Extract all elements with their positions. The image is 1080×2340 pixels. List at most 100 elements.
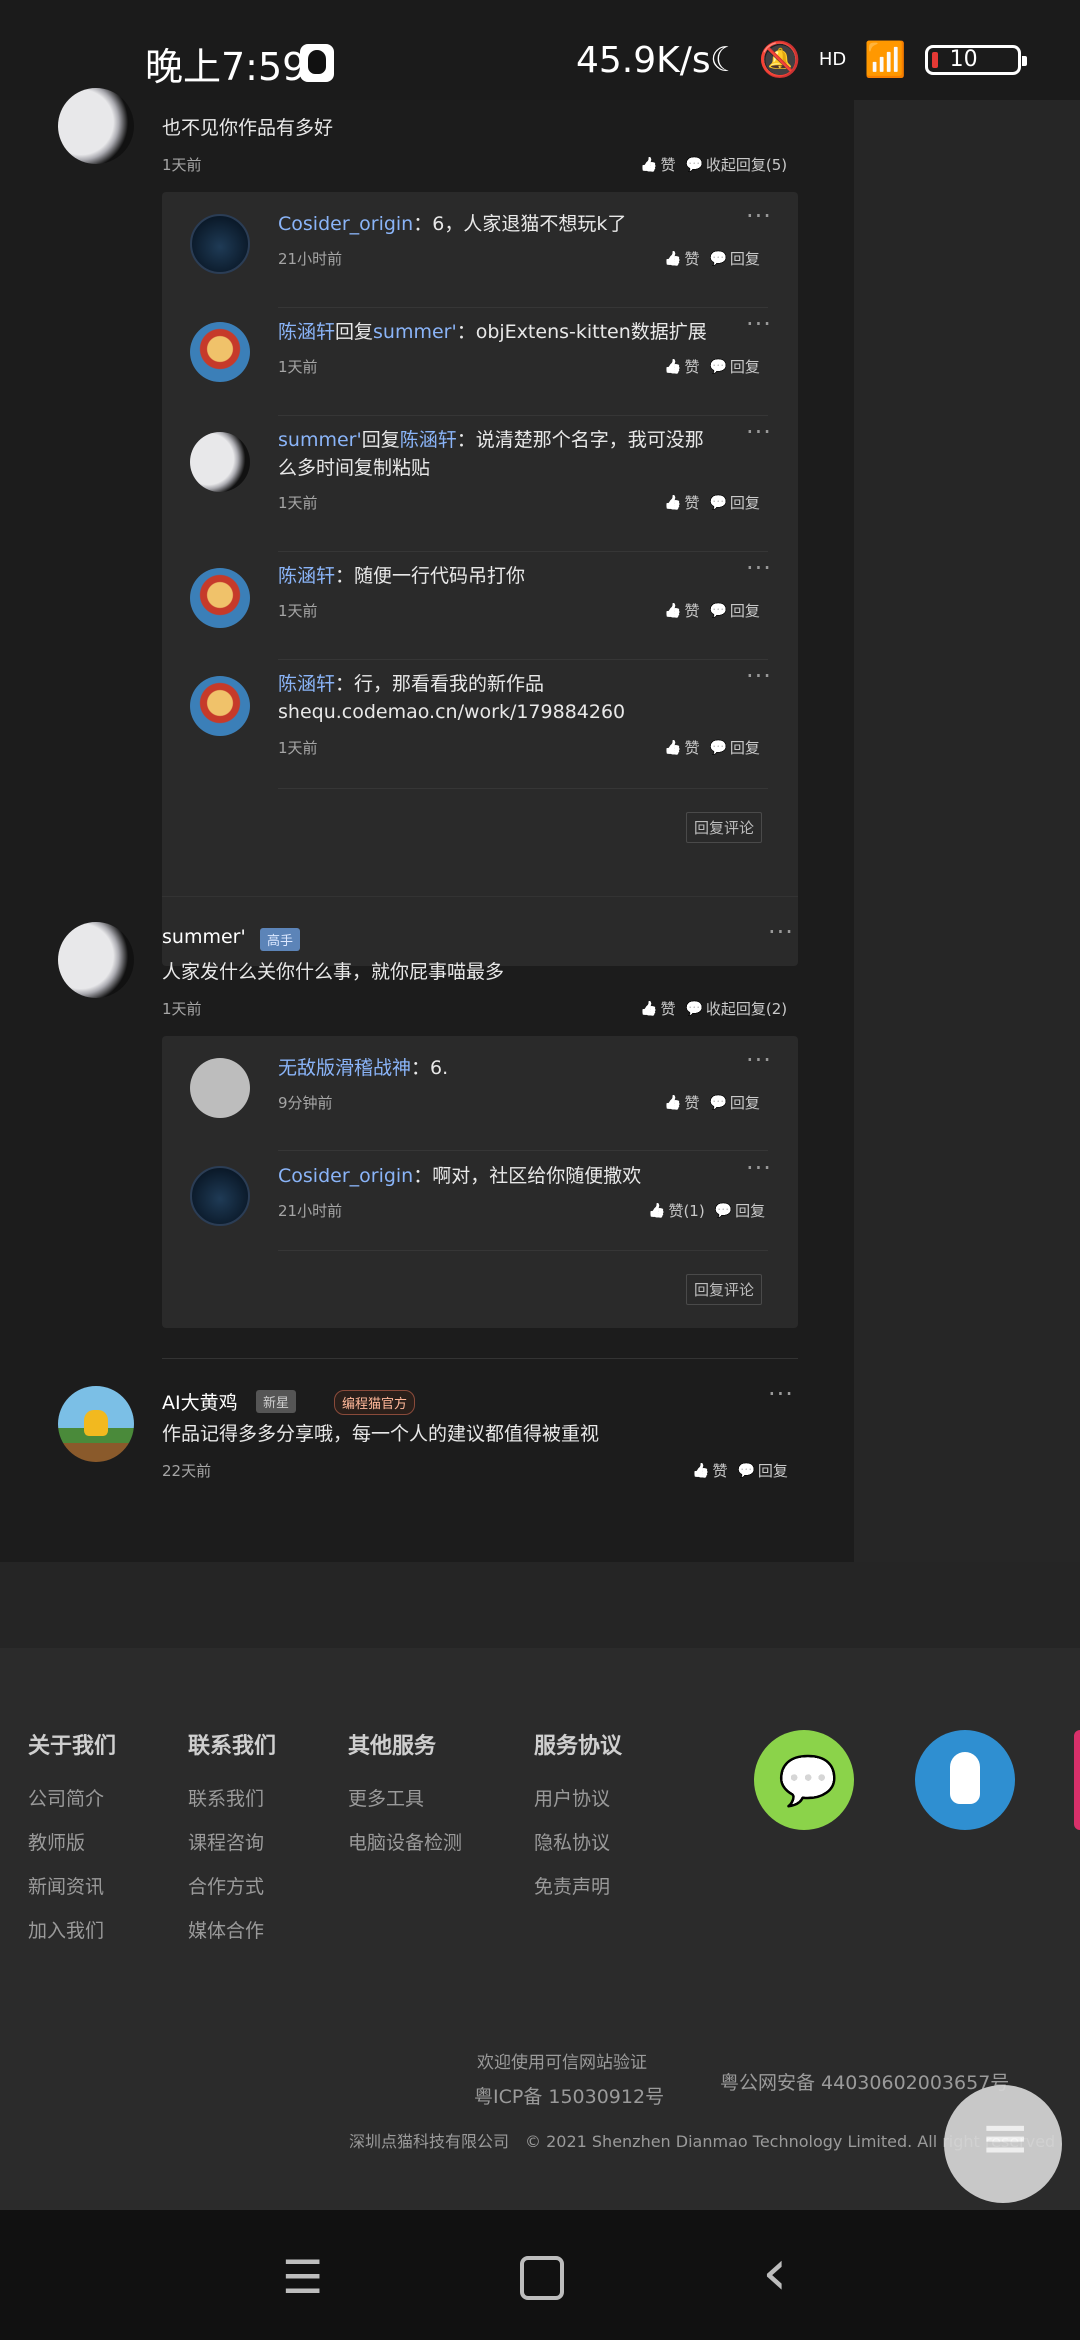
footer-link[interactable]: 新闻资讯	[28, 1872, 116, 1899]
footer-link[interactable]: 用户协议	[534, 1784, 622, 1811]
qq-share-icon[interactable]	[915, 1730, 1015, 1830]
reply-time: 21小时前	[278, 250, 343, 268]
reply-text: summer'回复陈涵轩：说清楚那个名字，我可没那么多时间复制粘贴	[278, 429, 704, 479]
reply-actions: 赞 回复	[664, 356, 760, 377]
back-icon[interactable]: ‹	[762, 2236, 788, 2310]
avatar[interactable]	[190, 676, 250, 736]
icp-text[interactable]: 粤ICP备 15030912号	[474, 2082, 664, 2109]
footer-link[interactable]: 隐私协议	[534, 1828, 622, 1855]
like-button[interactable]: 赞(1)	[648, 1200, 704, 1221]
reply-button[interactable]: 回复	[709, 1092, 760, 1113]
like-button[interactable]: 赞	[664, 600, 699, 621]
footer-col-terms: 服务协议 用户协议 隐私协议 免责声明	[534, 1734, 623, 1899]
more-icon[interactable]: ···	[746, 1154, 772, 1182]
level-badge: 高手	[260, 928, 301, 951]
avatar[interactable]	[58, 922, 134, 998]
police-text[interactable]: 粤公网安备 44030602003657号	[720, 2068, 1009, 2095]
qq-notification-icon	[300, 44, 334, 82]
reply-actions: 赞 回复	[664, 600, 760, 621]
reply-actions: 赞 回复	[664, 737, 760, 758]
collapse-replies-button[interactable]: 收起回复(2)	[685, 998, 787, 1019]
reply-time: 9分钟前	[278, 1094, 333, 1112]
reply-time: 1天前	[278, 494, 318, 512]
reply-button[interactable]: 回复	[709, 737, 760, 758]
avatar[interactable]	[190, 1166, 250, 1226]
footer-col-contact: 联系我们 联系我们 课程咨询 合作方式 媒体合作	[188, 1734, 277, 1943]
reply-text: 陈涵轩：行，那看看我的新作品 shequ.codemao.cn/work/179…	[278, 673, 626, 723]
like-button[interactable]: 赞	[640, 998, 675, 1019]
reply-button[interactable]: 回复	[709, 600, 760, 621]
footer: 关于我们 公司简介 教师版 新闻资讯 加入我们 联系我们 联系我们 课程咨询 合…	[0, 1648, 1080, 2210]
more-icon[interactable]: ···	[746, 310, 772, 338]
like-button[interactable]: 赞	[664, 737, 699, 758]
comment-author[interactable]: AI大黄鸡	[162, 1388, 238, 1415]
footer-link[interactable]: 免责声明	[534, 1872, 622, 1899]
footer-link[interactable]: 媒体合作	[188, 1916, 276, 1943]
menu-icon[interactable]: ☰	[282, 2250, 323, 2304]
footer-link[interactable]: 更多工具	[348, 1784, 462, 1811]
reply-button[interactable]: 回复	[709, 356, 760, 377]
divider	[278, 307, 768, 308]
divider	[278, 1150, 768, 1151]
like-button[interactable]: 赞	[692, 1460, 727, 1481]
reply-panel: 无敌版滑稽战神：6. 9分钟前 ··· 赞 回复 Cosider_origin：…	[162, 1036, 798, 1328]
avatar[interactable]	[58, 1386, 134, 1462]
reply-comment-button[interactable]: 回复评论	[686, 1274, 763, 1305]
like-button[interactable]: 赞	[664, 1092, 699, 1113]
more-icon[interactable]: ···	[768, 918, 794, 946]
reply-actions: 赞 回复	[664, 492, 760, 513]
reply-comment-button[interactable]: 回复评论	[686, 812, 763, 843]
network-speed: 45.9K/s	[576, 40, 711, 81]
footer-link[interactable]: 合作方式	[188, 1872, 276, 1899]
home-icon[interactable]	[520, 2256, 564, 2300]
more-icon[interactable]: ···	[746, 418, 772, 446]
footer-link[interactable]: 公司简介	[28, 1784, 116, 1811]
footer-link[interactable]: 教师版	[28, 1828, 116, 1855]
wechat-share-icon[interactable]	[754, 1730, 854, 1830]
signal-icon: HD	[818, 49, 847, 70]
reply-button[interactable]: 回复	[709, 248, 760, 269]
footer-col-about: 关于我们 公司简介 教师版 新闻资讯 加入我们	[28, 1734, 117, 1943]
weibo-share-icon[interactable]	[1074, 1730, 1080, 1830]
footer-link[interactable]: 联系我们	[188, 1784, 276, 1811]
reply-actions: 赞 回复	[664, 1092, 760, 1113]
like-button[interactable]: 赞	[640, 154, 675, 175]
avatar[interactable]	[190, 214, 250, 274]
more-icon[interactable]: ···	[746, 1046, 772, 1074]
reply-button[interactable]: 回复	[709, 492, 760, 513]
comment-text: 人家发什么关你什么事，就你屁事喵最多	[162, 961, 505, 983]
status-time: 晚上7:59	[145, 45, 307, 89]
like-button[interactable]: 赞	[664, 248, 699, 269]
menu-fab-button[interactable]	[944, 2085, 1062, 2203]
wifi-icon: 📶	[864, 40, 907, 80]
comment-time: 1天前	[162, 1000, 202, 1018]
collapse-replies-button[interactable]: 收起回复(5)	[685, 154, 787, 175]
footer-link[interactable]: 加入我们	[28, 1916, 116, 1943]
battery-icon: 10	[924, 45, 1027, 75]
level-badge: 新星	[256, 1390, 297, 1413]
more-icon[interactable]: ···	[768, 1380, 794, 1408]
more-icon[interactable]: ···	[746, 662, 772, 690]
more-icon[interactable]: ···	[746, 554, 772, 582]
avatar[interactable]	[190, 568, 250, 628]
divider	[278, 551, 768, 552]
avatar[interactable]	[58, 88, 134, 164]
reply-button[interactable]: 回复	[715, 1200, 765, 1221]
more-icon[interactable]: ···	[746, 202, 772, 230]
like-button[interactable]: 赞	[664, 356, 699, 377]
footer-link[interactable]: 电脑设备检测	[348, 1828, 462, 1855]
comment-actions: 赞 回复	[692, 1460, 788, 1481]
reply-time: 1天前	[278, 739, 318, 757]
footer-link[interactable]: 课程咨询	[188, 1828, 276, 1855]
verify-text[interactable]: 欢迎使用可信网站验证	[477, 2048, 647, 2073]
mute-bell-icon: 🔕	[758, 40, 801, 80]
avatar[interactable]	[190, 432, 250, 492]
divider	[278, 415, 768, 416]
comment-author[interactable]: summer'	[162, 926, 246, 948]
like-button[interactable]: 赞	[664, 492, 699, 513]
avatar[interactable]	[190, 1058, 250, 1118]
comment-text: 作品记得多多分享哦，每一个人的建议都值得被重视	[162, 1423, 600, 1445]
avatar[interactable]	[190, 322, 250, 382]
status-icons: ☾ 🔕 HD 📶 10	[710, 40, 1027, 80]
reply-button[interactable]: 回复	[737, 1460, 788, 1481]
